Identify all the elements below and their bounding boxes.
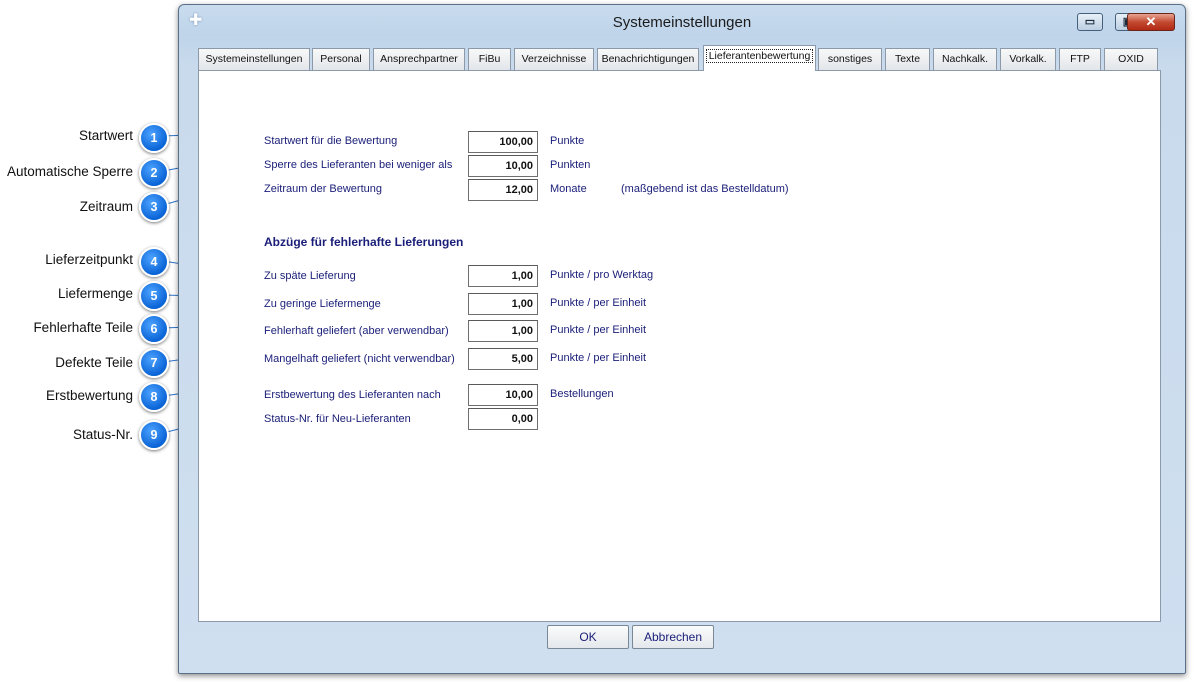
callout-badge-6: 6 <box>139 314 169 344</box>
callout-label-automatische-sperre: Automatische Sperre <box>6 164 133 179</box>
callout-badge-1: 1 <box>139 123 169 153</box>
spaete-lieferung-field[interactable]: 1,00 <box>468 265 538 287</box>
zeitraum-unit: Monate <box>550 183 587 195</box>
erstbewertung-unit: Bestellungen <box>550 388 614 400</box>
sperre-field[interactable]: 10,00 <box>468 155 538 177</box>
mangelhaft-field[interactable]: 5,00 <box>468 348 538 370</box>
callout-label-fehlerhafte-teile: Fehlerhafte Teile <box>33 320 133 335</box>
callout-label-status-nr: Status-Nr. <box>72 427 133 442</box>
startwert-label: Startwert für die Bewertung <box>264 135 398 147</box>
tab-vorkalk[interactable]: Vorkalk. <box>1000 48 1056 70</box>
tab-personal[interactable]: Personal <box>312 48 370 70</box>
geringe-liefermenge-label: Zu geringe Liefermenge <box>264 298 381 310</box>
geringe-liefermenge-field[interactable]: 1,00 <box>468 293 538 315</box>
mangelhaft-label: Mangelhaft geliefert (nicht verwendbar) <box>264 353 455 365</box>
fehlerhaft-field[interactable]: 1,00 <box>468 320 538 342</box>
tab-label: Personal <box>320 53 362 65</box>
tab-fibu[interactable]: FiBu <box>468 48 511 70</box>
fehlerhaft-unit: Punkte / per Einheit <box>550 324 647 336</box>
minimize-button[interactable]: ▭ <box>1077 13 1103 31</box>
tab-sonstiges[interactable]: sonstiges <box>818 48 882 70</box>
callout-badge-3: 3 <box>139 192 169 222</box>
settings-dialog: ✚ Systemeinstellungen ▭ ▣ ✕ Systemeinste… <box>178 4 1186 674</box>
startwert-field[interactable]: 100,00 <box>468 131 538 153</box>
tab-ansprechpartner[interactable]: Ansprechpartner <box>373 48 465 70</box>
zeitraum-field[interactable]: 12,00 <box>468 179 538 201</box>
tab-label: FTP <box>1070 53 1090 65</box>
zeitraum-label: Zeitraum der Bewertung <box>264 183 382 195</box>
mangelhaft-unit: Punkte / per Einheit <box>550 352 647 364</box>
tab-label: FiBu <box>478 53 501 65</box>
callout-badge-4: 4 <box>139 247 169 277</box>
startwert-unit: Punkte <box>550 135 585 147</box>
tab-label: Benachrichtigungen <box>601 53 695 65</box>
callout-label-defekte-teile: Defekte Teile <box>55 355 133 370</box>
callout-label-lieferzeitpunkt: Lieferzeitpunkt <box>45 252 133 267</box>
title-bar[interactable]: ✚ Systemeinstellungen ▭ ▣ ✕ <box>179 5 1185 41</box>
tab-label: sonstiges <box>827 53 873 65</box>
minimize-icon: ▭ <box>1084 16 1096 28</box>
window-title: Systemeinstellungen <box>612 14 752 31</box>
sperre-unit: Punkten <box>550 159 591 171</box>
geringe-liefermenge-unit: Punkte / per Einheit <box>550 297 647 309</box>
tab-label: OXID <box>1118 53 1144 65</box>
tab-label: Texte <box>894 53 921 65</box>
zeitraum-note: (maßgebend ist das Bestelldatum) <box>621 183 789 195</box>
tab-texte[interactable]: Texte <box>885 48 930 70</box>
erstbewertung-label: Erstbewertung des Lieferanten nach <box>264 389 441 401</box>
close-button[interactable]: ✕ <box>1127 13 1175 31</box>
tab-oxid[interactable]: OXID <box>1104 48 1158 70</box>
callout-badge-8: 8 <box>139 382 169 412</box>
callout-badge-9: 9 <box>139 420 169 450</box>
cancel-button[interactable]: Abbrechen <box>632 625 714 649</box>
tab-systemeinstellungen[interactable]: Systemeinstellungen <box>198 48 310 70</box>
tab-verzeichnisse[interactable]: Verzeichnisse <box>514 48 594 70</box>
callout-badge-5: 5 <box>139 281 169 311</box>
tab-label: Vorkalk. <box>1009 53 1047 65</box>
status-nr-label: Status-Nr. für Neu-Lieferanten <box>264 413 411 425</box>
tab-label: Nachkalk. <box>941 53 989 65</box>
close-icon: ✕ <box>1145 14 1157 29</box>
callout-label-liefermenge: Liefermenge <box>57 286 133 301</box>
sperre-label: Sperre des Lieferanten bei weniger als <box>264 159 453 171</box>
tab-label: Verzeichnisse <box>521 53 587 65</box>
callout-label-zeitraum: Zeitraum <box>79 199 133 214</box>
callout-label-erstbewertung: Erstbewertung <box>45 388 133 403</box>
status-nr-field[interactable]: 0,00 <box>468 408 538 430</box>
ok-button[interactable]: OK <box>547 625 629 649</box>
tab-benachrichtigungen[interactable]: Benachrichtigungen <box>597 48 699 70</box>
tab-ftp[interactable]: FTP <box>1059 48 1101 70</box>
section-heading: Abzüge für fehlerhafte Lieferungen <box>264 235 464 249</box>
erstbewertung-field[interactable]: 10,00 <box>468 384 538 406</box>
callout-badge-7: 7 <box>139 348 169 378</box>
callout-label-startwert: Startwert <box>78 128 133 143</box>
spaete-lieferung-label: Zu späte Lieferung <box>264 270 356 282</box>
tab-label: Lieferantenbewertung <box>705 49 814 63</box>
tab-nachkalk[interactable]: Nachkalk. <box>933 48 997 70</box>
tab-lieferantenbewertung[interactable]: Lieferantenbewertung <box>703 45 816 71</box>
spaete-lieferung-unit: Punkte / pro Werktag <box>550 269 654 281</box>
callout-badge-2: 2 <box>139 158 169 188</box>
tab-label: Ansprechpartner <box>380 53 458 65</box>
fehlerhaft-label: Fehlerhaft geliefert (aber verwendbar) <box>264 325 449 337</box>
tab-panel-lieferantenbewertung: Startwert für die Bewertung 100,00 Punkt… <box>198 70 1161 622</box>
tab-label: Systemeinstellungen <box>205 53 303 65</box>
